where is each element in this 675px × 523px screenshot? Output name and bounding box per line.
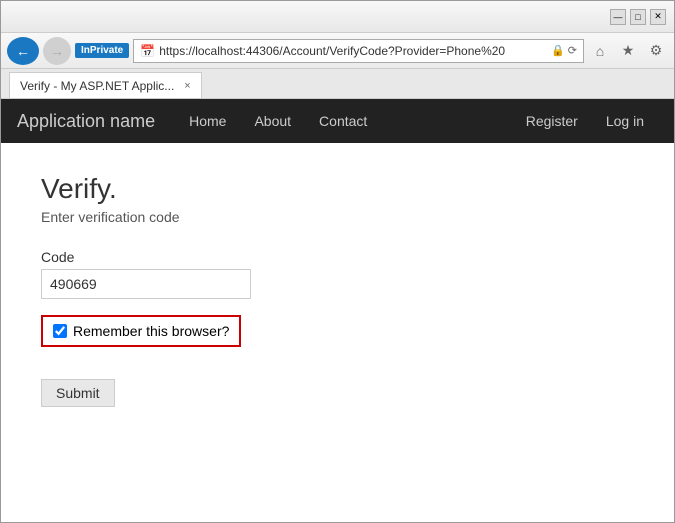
minimize-button[interactable]: — (610, 9, 626, 25)
app-nav-links: Home About Contact (175, 101, 381, 141)
nav-bar: ← → InPrivate 📅 https://localhost:44306/… (1, 33, 674, 69)
browser-nav-icons: ⌂ ★ ⚙ (588, 39, 668, 63)
favorites-icon[interactable]: ★ (616, 39, 640, 63)
nav-link-about[interactable]: About (240, 101, 305, 141)
url-text: https://localhost:44306/Account/VerifyCo… (159, 44, 547, 58)
remember-browser-label[interactable]: Remember this browser? (41, 315, 241, 347)
app-navbar: Application name Home About Contact Regi… (1, 99, 674, 143)
code-input[interactable] (41, 269, 251, 299)
back-button[interactable]: ← (7, 37, 39, 65)
remember-browser-text: Remember this browser? (73, 323, 229, 339)
tab-title: Verify - My ASP.NET Applic... (20, 79, 174, 93)
window-controls: — □ ✕ (610, 9, 666, 25)
forward-button[interactable]: → (43, 37, 71, 65)
nav-link-home[interactable]: Home (175, 101, 240, 141)
app-nav-right: Register Log in (512, 101, 658, 141)
inprivate-badge: InPrivate (75, 43, 129, 58)
tab-close-button[interactable]: × (184, 80, 190, 92)
active-tab[interactable]: Verify - My ASP.NET Applic... × (9, 72, 202, 98)
page-title: Verify. (41, 173, 634, 205)
address-icons: 🔒 ⟳ (551, 44, 577, 57)
app-brand[interactable]: Application name (17, 111, 175, 132)
maximize-button[interactable]: □ (630, 9, 646, 25)
browser-window: — □ ✕ ← → InPrivate 📅 https://localhost:… (0, 0, 675, 523)
home-icon[interactable]: ⌂ (588, 39, 612, 63)
close-button[interactable]: ✕ (650, 9, 666, 25)
nav-link-register[interactable]: Register (512, 101, 592, 141)
address-bar[interactable]: 📅 https://localhost:44306/Account/Verify… (133, 39, 584, 63)
settings-icon[interactable]: ⚙ (644, 39, 668, 63)
page-content: Verify. Enter verification code Code Rem… (1, 143, 674, 522)
submit-button[interactable]: Submit (41, 379, 115, 407)
nav-link-contact[interactable]: Contact (305, 101, 381, 141)
code-label: Code (41, 249, 634, 265)
remember-browser-wrapper: Remember this browser? (41, 315, 634, 363)
title-bar: — □ ✕ (1, 1, 674, 33)
lock-icon: 🔒 (551, 44, 565, 57)
page-subtitle: Enter verification code (41, 209, 634, 225)
refresh-icon[interactable]: ⟳ (568, 44, 577, 57)
remember-browser-checkbox[interactable] (53, 324, 67, 338)
tab-bar: Verify - My ASP.NET Applic... × (1, 69, 674, 99)
nav-link-login[interactable]: Log in (592, 101, 658, 141)
code-form-group: Code (41, 249, 634, 299)
